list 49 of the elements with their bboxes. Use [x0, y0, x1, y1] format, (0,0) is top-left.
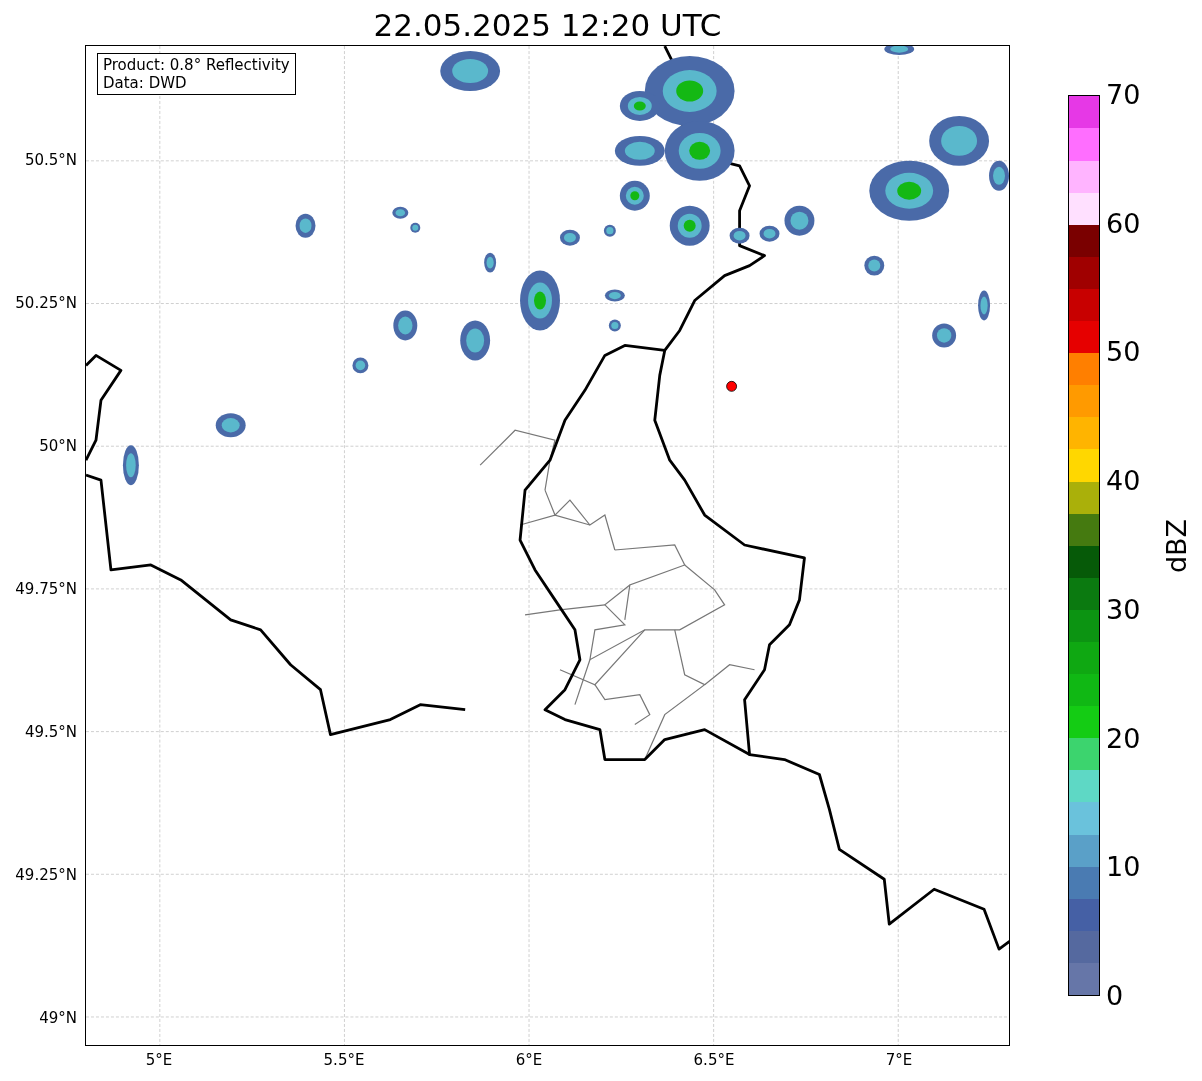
radar-echo	[440, 51, 501, 91]
latitude-label: 50°N	[39, 437, 77, 455]
radar-echo	[669, 205, 710, 246]
radar-echo	[393, 310, 418, 341]
radar-echo	[559, 229, 580, 246]
radar-echo	[603, 224, 616, 237]
latitude-label: 50.5°N	[24, 151, 77, 169]
radar-echo	[520, 270, 560, 331]
radar-echo	[932, 323, 957, 348]
radar-echo	[295, 213, 316, 238]
colorbar-tick-label: 50	[1106, 337, 1141, 368]
colorbar-tick-label: 70	[1106, 80, 1141, 110]
colorbar-label: dBZ	[1162, 518, 1193, 573]
latitude-label: 49°N	[39, 1009, 77, 1027]
radar-echo	[122, 445, 139, 486]
radar-echo	[884, 45, 915, 56]
colorbar-tick-label: 30	[1106, 594, 1141, 625]
chart-title: 22.05.2025 12:20 UTC	[373, 6, 722, 45]
latitude-label: 49.5°N	[24, 723, 77, 741]
radar-echo	[608, 319, 621, 332]
longitude-label: 5°E	[145, 1051, 173, 1069]
radar-echo	[978, 290, 991, 321]
colorbar-tick-label: 20	[1106, 723, 1141, 754]
latitude-label: 50.25°N	[15, 294, 77, 312]
longitude-label: 6°E	[515, 1051, 543, 1069]
radar-echo	[392, 206, 409, 219]
radar-echo	[759, 225, 780, 242]
radar-echo	[352, 357, 369, 374]
radar-echo	[410, 222, 421, 233]
radar-echo	[619, 180, 650, 211]
longitude-label: 5.5°E	[323, 1051, 365, 1069]
colorbar-tick-label: 10	[1106, 852, 1141, 883]
latitude-label: 49.25°N	[15, 866, 77, 884]
longitude-label: 6.5°E	[693, 1051, 735, 1069]
colorbar-tick-label: 40	[1106, 466, 1141, 497]
radar-echo	[604, 289, 625, 302]
info-text: Data: DWD	[103, 74, 188, 92]
radar-echo	[215, 413, 246, 438]
radar-echo	[784, 205, 815, 236]
latitude-label: 49.75°N	[15, 580, 77, 598]
radar-echo	[864, 255, 885, 276]
colorbar-tick-label: 60	[1106, 208, 1141, 239]
colorbar-tick-label: 0	[1106, 981, 1124, 1011]
location-marker	[726, 380, 737, 392]
radar-echo	[729, 227, 750, 244]
radar-echo	[484, 252, 497, 273]
info-text: Product: 0.8° Reflectivity	[103, 56, 290, 74]
radar-echo	[460, 320, 491, 361]
longitude-label: 7°E	[885, 1051, 913, 1069]
